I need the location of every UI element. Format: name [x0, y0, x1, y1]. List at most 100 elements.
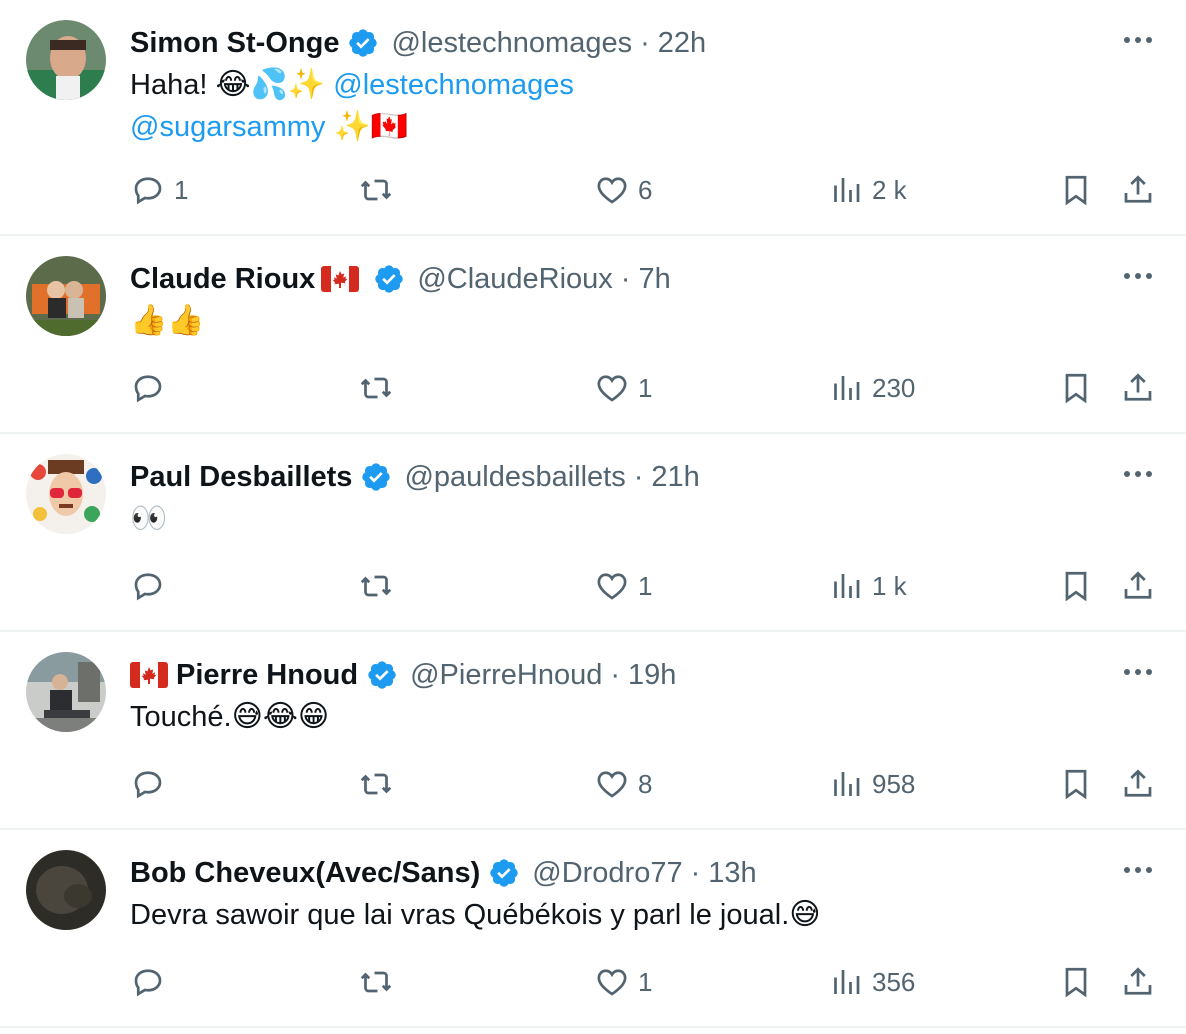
- bookmark-button[interactable]: [1058, 568, 1094, 604]
- separator-dot: ·: [690, 856, 701, 889]
- avatar[interactable]: [26, 20, 106, 100]
- timestamp[interactable]: 21h: [651, 461, 699, 494]
- reply-button[interactable]: [130, 370, 174, 406]
- retweet-button[interactable]: [358, 568, 394, 604]
- verified-badge-icon: [347, 27, 379, 59]
- verified-badge-icon: [373, 263, 405, 295]
- like-button[interactable]: 1: [594, 964, 652, 1000]
- views-button[interactable]: 2 k: [828, 172, 907, 208]
- more-options-icon[interactable]: [1120, 660, 1156, 684]
- tweet-header: Claude Rioux 🇨🇦 @ClaudeRioux · 7h: [130, 258, 1066, 300]
- bookmark-button[interactable]: [1058, 370, 1094, 406]
- tweet-text-segment: Haha!: [130, 69, 216, 101]
- author-handle[interactable]: @PierreHnoud: [410, 659, 602, 692]
- views-button[interactable]: 230: [828, 370, 915, 406]
- bookmark-button[interactable]: [1058, 172, 1094, 208]
- view-count: 958: [872, 768, 916, 799]
- reply-button[interactable]: [130, 568, 174, 604]
- avatar[interactable]: [26, 652, 106, 732]
- more-options-icon[interactable]: [1120, 264, 1156, 288]
- analytics-icon: [834, 178, 860, 202]
- like-count: 6: [638, 174, 653, 205]
- emoji-text: 😂💦✨: [215, 67, 326, 102]
- avatar[interactable]: [26, 850, 106, 930]
- views-button[interactable]: 958: [828, 766, 915, 802]
- author-name[interactable]: Pierre Hnoud: [176, 659, 358, 692]
- author-name[interactable]: Bob Cheveux(Avec/Sans): [130, 857, 480, 890]
- tweet-text: Touché.😅😂😁: [130, 696, 1066, 738]
- like-button[interactable]: 1: [594, 568, 652, 604]
- view-count: 2 k: [872, 174, 907, 205]
- author-name[interactable]: Simon St-Onge: [130, 27, 339, 60]
- bookmark-button[interactable]: [1058, 766, 1094, 802]
- reply-feed: Simon St-Onge @lestechnomages · 22h Haha…: [0, 0, 1186, 1034]
- mention-link[interactable]: @sugarsammy: [130, 111, 325, 143]
- heart-icon: [597, 969, 627, 996]
- share-button[interactable]: [1120, 766, 1156, 802]
- timestamp[interactable]: 19h: [628, 659, 676, 692]
- tweet-text-segment: Touché.: [130, 701, 232, 733]
- reply-button[interactable]: [130, 766, 174, 802]
- canada-flag-icon: 🇨🇦: [321, 266, 360, 292]
- share-button[interactable]: [1120, 172, 1156, 208]
- avatar[interactable]: [26, 454, 106, 534]
- more-options-icon[interactable]: [1120, 858, 1156, 882]
- retweet-button[interactable]: [358, 172, 394, 208]
- share-button[interactable]: [1120, 568, 1156, 604]
- tweet-header: Paul Desbaillets @pauldesbaillets · 21h: [130, 456, 1066, 498]
- reply-icon: [134, 177, 162, 205]
- views-button[interactable]: 356: [828, 964, 915, 1000]
- like-button[interactable]: 1: [594, 370, 652, 406]
- tweet[interactable]: 🇨🇦 Pierre Hnoud @PierreHnoud · 19h Touch…: [0, 632, 1186, 830]
- retweet-icon: [360, 575, 392, 597]
- bookmark-button[interactable]: [1058, 964, 1094, 1000]
- timestamp[interactable]: 22h: [658, 27, 706, 60]
- like-count: 1: [638, 966, 653, 997]
- views-button[interactable]: 1 k: [828, 568, 907, 604]
- reply-icon: [134, 573, 162, 601]
- reply-button[interactable]: 1: [130, 172, 188, 208]
- timestamp[interactable]: 7h: [638, 263, 670, 296]
- heart-icon: [597, 771, 627, 798]
- verified-badge-icon: [366, 659, 398, 691]
- tweet-text: Devra sawoir que lai vras Québékois y pa…: [130, 894, 1066, 936]
- mention-link[interactable]: @lestechnomages: [333, 69, 574, 101]
- author-handle[interactable]: @ClaudeRioux: [417, 263, 612, 296]
- retweet-button[interactable]: [358, 766, 394, 802]
- reply-button[interactable]: [130, 964, 174, 1000]
- more-options-icon[interactable]: [1120, 462, 1156, 486]
- tweet-header: Simon St-Onge @lestechnomages · 22h: [130, 22, 1066, 64]
- retweet-button[interactable]: [358, 370, 394, 406]
- tweet[interactable]: Simon St-Onge @lestechnomages · 22h Haha…: [0, 0, 1186, 236]
- author-handle[interactable]: @pauldesbaillets: [404, 461, 625, 494]
- tweet[interactable]: Claude Rioux 🇨🇦 @ClaudeRioux · 7h 👍👍 1 2…: [0, 236, 1186, 434]
- tweet-header: 🇨🇦 Pierre Hnoud @PierreHnoud · 19h: [130, 654, 1066, 696]
- more-options-icon[interactable]: [1120, 28, 1156, 52]
- like-button[interactable]: 8: [594, 766, 652, 802]
- share-button[interactable]: [1120, 370, 1156, 406]
- timestamp[interactable]: 13h: [708, 857, 756, 890]
- verified-badge-icon: [360, 461, 392, 493]
- author-name[interactable]: Paul Desbaillets: [130, 461, 352, 494]
- heart-icon: [597, 573, 627, 600]
- like-button[interactable]: 6: [594, 172, 652, 208]
- analytics-icon: [834, 970, 860, 994]
- tweet[interactable]: Bob Cheveux(Avec/Sans) @Drodro77 · 13h D…: [0, 830, 1186, 1028]
- view-count: 1 k: [872, 570, 907, 601]
- retweet-icon: [360, 377, 392, 399]
- tweet-text: Haha! 😂💦✨ @lestechnomages @sugarsammy ✨🇨…: [130, 64, 1066, 148]
- like-count: 8: [638, 768, 653, 799]
- tweet[interactable]: Paul Desbaillets @pauldesbaillets · 21h …: [0, 434, 1186, 632]
- retweet-button[interactable]: [358, 964, 394, 1000]
- analytics-icon: [834, 574, 860, 598]
- separator-dot: ·: [610, 658, 621, 691]
- author-handle[interactable]: @lestechnomages: [391, 27, 632, 60]
- share-button[interactable]: [1120, 964, 1156, 1000]
- tweet-actions: 1 356: [130, 964, 1156, 1004]
- author-name[interactable]: Claude Rioux: [130, 263, 315, 296]
- avatar[interactable]: [26, 256, 106, 336]
- like-count: 1: [638, 570, 653, 601]
- author-handle[interactable]: @Drodro77: [532, 857, 682, 890]
- share-icon: [1124, 175, 1152, 203]
- share-icon: [1124, 769, 1152, 797]
